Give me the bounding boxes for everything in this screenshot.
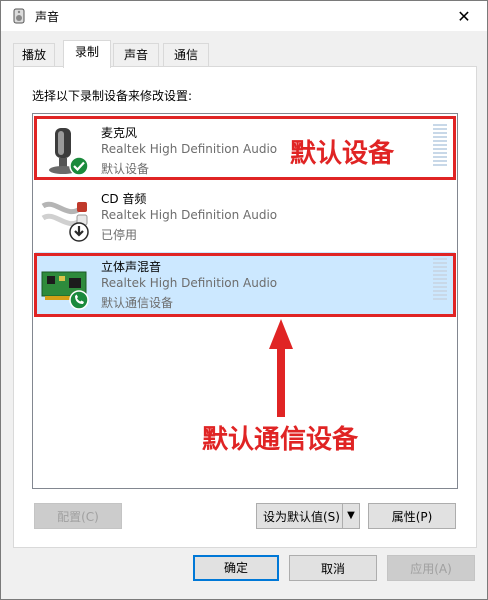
sound-dialog: 声音 ✕ 播放 录制 声音 通信 选择以下录制设备来修改设置: 麦克风 Real… bbox=[0, 0, 488, 600]
tab-communications[interactable]: 通信 bbox=[163, 43, 209, 66]
device-name: CD 音频 bbox=[101, 192, 147, 206]
title-bar[interactable]: 声音 ✕ bbox=[1, 1, 487, 31]
ok-button[interactable]: 确定 bbox=[193, 555, 279, 581]
configure-button[interactable]: 配置(C) bbox=[34, 503, 122, 529]
chevron-down-icon[interactable]: ▼ bbox=[342, 504, 359, 528]
annotation-default-comm-device: 默认通信设备 bbox=[202, 425, 359, 455]
tab-recording[interactable]: 录制 bbox=[63, 40, 111, 68]
cancel-button[interactable]: 取消 bbox=[289, 555, 377, 581]
properties-button[interactable]: 属性(P) bbox=[368, 503, 456, 529]
instruction-text: 选择以下录制设备来修改设置: bbox=[32, 89, 193, 103]
highlight-default-comm-device bbox=[34, 253, 456, 317]
set-default-button[interactable]: 设为默认值(S) ▼ bbox=[256, 503, 360, 529]
device-status: 已停用 bbox=[101, 228, 138, 242]
tab-playback[interactable]: 播放 bbox=[13, 43, 55, 66]
apply-button[interactable]: 应用(A) bbox=[387, 555, 475, 581]
device-item-cd-audio[interactable]: CD 音频 Realtek High Definition Audio 已停用 bbox=[35, 184, 455, 248]
close-button[interactable]: ✕ bbox=[441, 1, 487, 31]
close-icon: ✕ bbox=[457, 6, 471, 26]
set-default-label: 设为默认值(S) bbox=[263, 510, 340, 524]
speaker-icon bbox=[13, 8, 25, 24]
annotation-default-device: 默认设备 bbox=[290, 139, 395, 169]
recording-panel: 选择以下录制设备来修改设置: 麦克风 Realtek High Definiti… bbox=[13, 66, 477, 548]
arrow-up-icon bbox=[269, 319, 293, 417]
down-arrow-icon bbox=[69, 222, 89, 242]
window-title: 声音 bbox=[35, 10, 60, 24]
tab-sounds[interactable]: 声音 bbox=[113, 43, 159, 66]
device-description: Realtek High Definition Audio bbox=[101, 208, 278, 222]
